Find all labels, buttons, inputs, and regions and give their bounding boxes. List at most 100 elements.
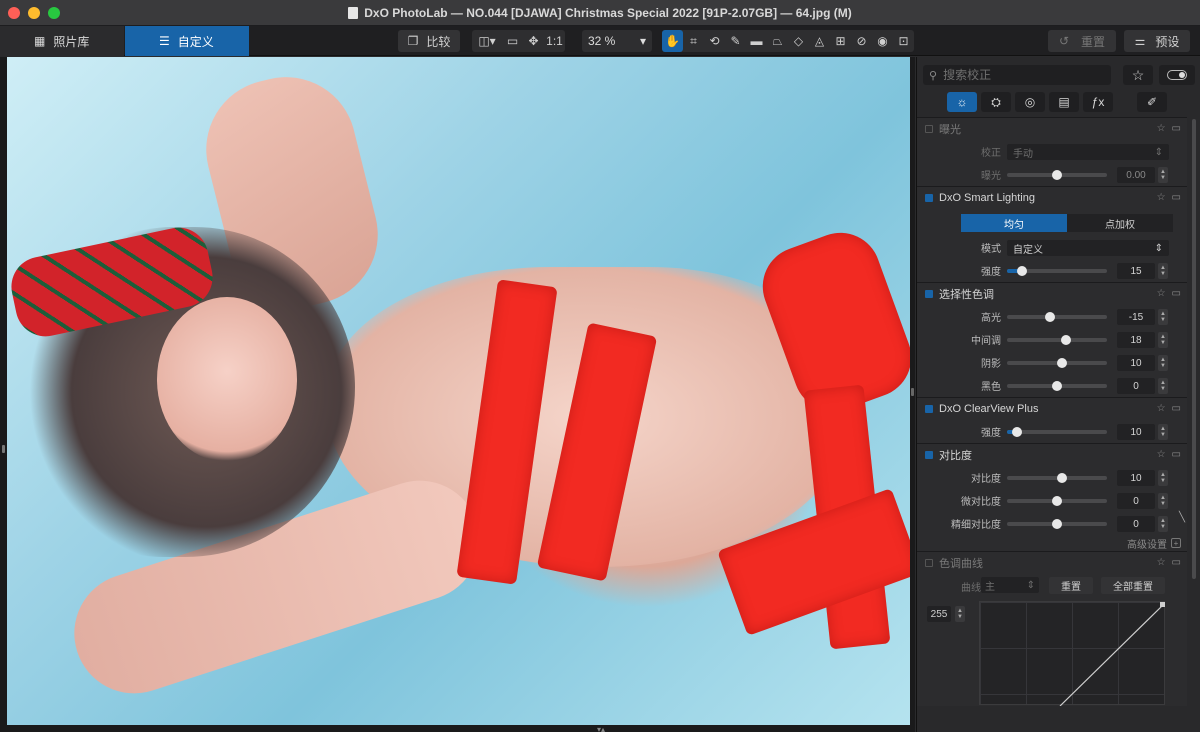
maximize-window-button[interactable] xyxy=(48,7,60,19)
volume-tool-button[interactable]: ◇ xyxy=(788,30,809,52)
shadows-stepper[interactable]: ▲ ▼ xyxy=(1158,355,1168,371)
hand-tool-button[interactable]: ✋ xyxy=(662,30,683,52)
clearview-header[interactable]: DxO ClearView Plus ☆ ▭ xyxy=(917,398,1187,420)
curve-channel-select[interactable]: 主 ⇕ xyxy=(981,577,1039,593)
slider-thumb[interactable] xyxy=(1061,335,1071,345)
spot-weighted-mode-button[interactable]: 点加权 xyxy=(1067,214,1173,232)
curve-reset-all-button[interactable]: 全部重置 xyxy=(1101,577,1165,594)
curve-reset-button[interactable]: 重置 xyxy=(1049,577,1093,594)
tab-customize[interactable]: ☰ 自定义 xyxy=(125,26,249,56)
crop-tool-button[interactable]: ⌗ xyxy=(683,30,704,52)
curve-point[interactable] xyxy=(1160,602,1165,607)
slider-thumb[interactable] xyxy=(1044,312,1055,322)
pan-button[interactable]: ✥ xyxy=(523,30,544,52)
midtones-value[interactable]: 18 xyxy=(1117,332,1155,348)
highlights-value[interactable]: -15 xyxy=(1117,309,1155,325)
collapse-icon[interactable]: ▭ xyxy=(1172,403,1181,414)
highlights-slider[interactable] xyxy=(1007,312,1107,322)
slider-thumb[interactable] xyxy=(1017,266,1027,276)
midtones-slider[interactable] xyxy=(1007,335,1107,345)
slider-thumb[interactable] xyxy=(1057,473,1067,483)
slider-thumb[interactable] xyxy=(1012,427,1022,437)
exposure-value[interactable]: 0.00 xyxy=(1117,167,1155,183)
slider-thumb[interactable] xyxy=(1057,358,1067,368)
white-balance-tool-button[interactable]: ✎ xyxy=(725,30,746,52)
plus-icon[interactable]: + xyxy=(1171,538,1181,548)
uniform-mode-button[interactable]: 均匀 xyxy=(961,214,1067,232)
right-panel-handle[interactable] xyxy=(911,388,914,396)
contrast-enable-checkbox[interactable] xyxy=(925,451,933,459)
actual-size-button[interactable]: 1:1 xyxy=(544,30,565,52)
intensity-slider[interactable] xyxy=(1007,266,1107,276)
highlights-stepper[interactable]: ▲ ▼ xyxy=(1158,309,1168,325)
tab-color[interactable]: ⛭ xyxy=(981,92,1011,112)
search-input[interactable] xyxy=(943,68,1104,82)
presets-button[interactable]: ⚌ 预设 xyxy=(1124,30,1190,52)
repair-tool-button[interactable]: ⊘ xyxy=(851,30,872,52)
left-panel-handle[interactable] xyxy=(2,445,5,453)
fine-contrast-value[interactable]: 0 xyxy=(1117,516,1155,532)
tab-photo-library[interactable]: ▦ 照片库 xyxy=(0,26,124,56)
slider-thumb[interactable] xyxy=(1052,381,1062,391)
horizon-tool-button[interactable]: ▬ xyxy=(746,30,767,52)
contrast-value[interactable]: 10 xyxy=(1117,470,1155,486)
collapse-icon[interactable]: ▭ xyxy=(1172,449,1181,460)
micro-contrast-slider[interactable] xyxy=(1007,496,1107,506)
tab-detail[interactable]: ◎ xyxy=(1015,92,1045,112)
exposure-enable-checkbox[interactable] xyxy=(925,125,933,133)
selective-tone-header[interactable]: 选择性色调 ☆ ▭ xyxy=(917,283,1187,305)
intensity-value[interactable]: 15 xyxy=(1117,263,1155,279)
smart-lighting-header[interactable]: DxO Smart Lighting ☆ ▭ xyxy=(917,187,1187,209)
image-viewer[interactable] xyxy=(0,57,915,732)
blacks-stepper[interactable]: ▲ ▼ xyxy=(1158,378,1168,394)
collapse-icon[interactable]: ▭ xyxy=(1172,557,1181,568)
favorites-button[interactable]: ☆ xyxy=(1123,65,1153,85)
star-icon[interactable]: ☆ xyxy=(1157,557,1166,568)
local-adjust-tool-button[interactable]: ◬ xyxy=(809,30,830,52)
star-icon[interactable]: ☆ xyxy=(1157,403,1166,414)
intensity-stepper[interactable]: ▲ ▼ xyxy=(1158,263,1168,279)
filmstrip-handle[interactable]: ▾▴ xyxy=(597,725,605,732)
star-icon[interactable]: ☆ xyxy=(1157,288,1166,299)
micro-contrast-stepper[interactable]: ▲ ▼ xyxy=(1158,493,1168,509)
minimize-window-button[interactable] xyxy=(28,7,40,19)
show-modified-toggle[interactable] xyxy=(1159,65,1195,85)
slider-thumb[interactable] xyxy=(1052,170,1062,180)
clearview-intensity-stepper[interactable]: ▲ ▼ xyxy=(1158,424,1168,440)
masks-button[interactable]: ⊡ xyxy=(893,30,914,52)
fine-contrast-slider[interactable] xyxy=(1007,519,1107,529)
fine-contrast-stepper[interactable]: ▲ ▼ xyxy=(1158,516,1168,532)
slider-thumb[interactable] xyxy=(1052,496,1062,506)
mode-select[interactable]: 自定义 ⇕ xyxy=(1007,240,1169,256)
clearview-enable-checkbox[interactable] xyxy=(925,405,933,413)
midtones-stepper[interactable]: ▲ ▼ xyxy=(1158,332,1168,348)
resize-handle-icon[interactable]: ╲ xyxy=(1179,512,1185,523)
tab-effects[interactable]: ƒx xyxy=(1083,92,1113,112)
panel-scrollbar[interactable] xyxy=(1192,119,1196,579)
tone-curve-header[interactable]: 色调曲线 ☆ ▭ xyxy=(917,552,1187,574)
distortion-tool-button[interactable]: ⊞ xyxy=(830,30,851,52)
exposure-header[interactable]: 曝光 ☆ ▭ xyxy=(917,118,1187,140)
close-window-button[interactable] xyxy=(8,7,20,19)
curve-output-value[interactable]: 255 xyxy=(927,606,951,622)
slider-thumb[interactable] xyxy=(1052,519,1062,529)
collapse-icon[interactable]: ▭ xyxy=(1172,288,1181,299)
tab-local-adjustments[interactable]: ✐ xyxy=(1137,92,1167,112)
selective-tone-enable-checkbox[interactable] xyxy=(925,290,933,298)
perspective-tool-button[interactable]: ⏢ xyxy=(767,30,788,52)
exposure-slider[interactable] xyxy=(1007,170,1107,180)
curve-output-stepper[interactable]: ▲ ▼ xyxy=(955,606,965,622)
tab-geometry[interactable]: ▤ xyxy=(1049,92,1079,112)
shadows-value[interactable]: 10 xyxy=(1117,355,1155,371)
advanced-settings-row[interactable]: 高级设置 + xyxy=(917,535,1187,551)
smart-lighting-enable-checkbox[interactable] xyxy=(925,194,933,202)
contrast-header[interactable]: 对比度 ☆ ▭ xyxy=(917,444,1187,466)
tone-curve-enable-checkbox[interactable] xyxy=(925,559,933,567)
preview-toggle-button[interactable]: ◉ xyxy=(872,30,893,52)
micro-contrast-value[interactable]: 0 xyxy=(1117,493,1155,509)
star-icon[interactable]: ☆ xyxy=(1157,449,1166,460)
search-box[interactable]: ⚲ xyxy=(923,65,1111,85)
collapse-icon[interactable]: ▭ xyxy=(1172,123,1181,134)
tab-light[interactable]: ☼ xyxy=(947,92,977,112)
blacks-value[interactable]: 0 xyxy=(1117,378,1155,394)
